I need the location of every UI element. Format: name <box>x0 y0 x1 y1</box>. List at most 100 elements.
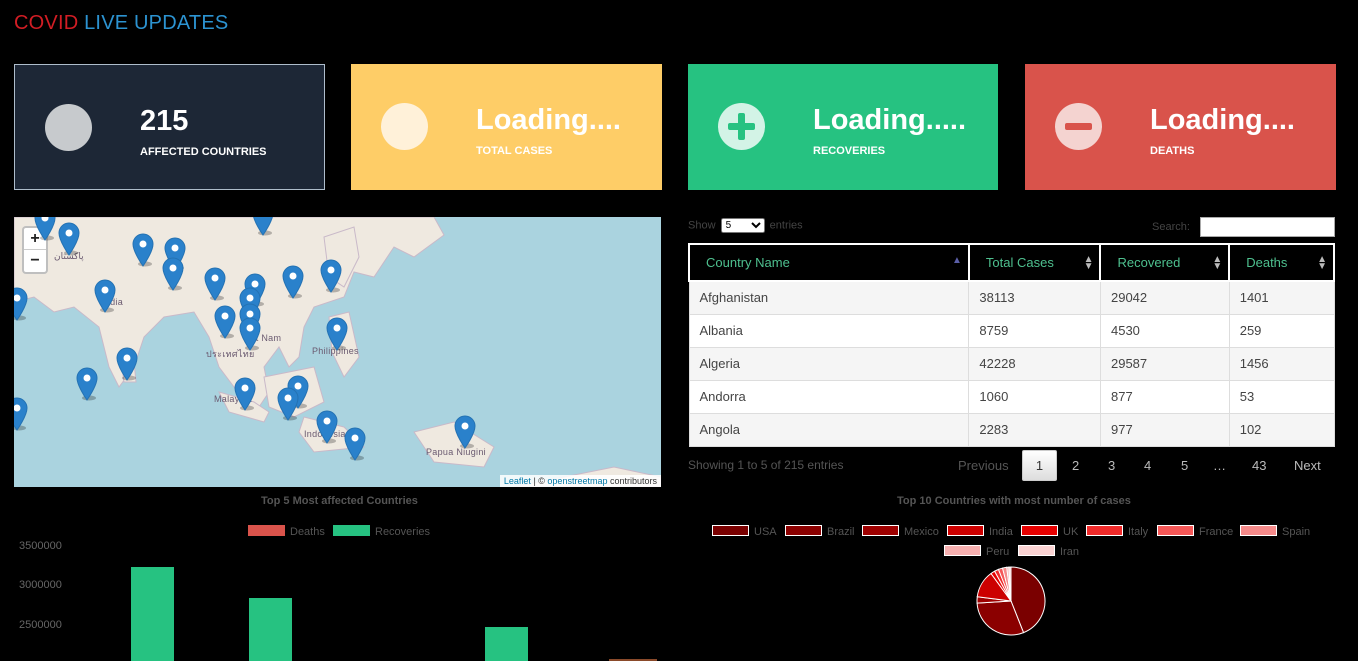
map-marker-icon[interactable] <box>234 377 256 411</box>
column-header-deaths[interactable]: Deaths ▲ ▼ <box>1228 243 1335 282</box>
pie-legend-item[interactable]: Iran <box>1018 545 1079 558</box>
zoom-out-button[interactable]: − <box>24 250 46 272</box>
affected-countries-value: 215 <box>140 105 189 137</box>
pie-legend-item[interactable]: UK <box>1021 525 1078 538</box>
legend-recoveries[interactable]: Recoveries <box>333 525 430 538</box>
map-marker-icon[interactable] <box>58 222 80 256</box>
page-button[interactable]: 2 <box>1072 458 1079 473</box>
map-marker-icon[interactable] <box>76 367 98 401</box>
bar-chart-title: Top 5 Most affected Countries <box>261 495 418 507</box>
recoveries-card: Loading..... RECOVERIES <box>688 64 998 190</box>
pie-legend-item[interactable]: Peru <box>944 545 1009 558</box>
pie-chart <box>976 566 1046 636</box>
deaths-value: Loading.... <box>1150 104 1295 136</box>
pie-legend-item[interactable]: India <box>947 525 1013 538</box>
map-marker-icon[interactable] <box>14 287 28 321</box>
map-marker-icon[interactable] <box>116 347 138 381</box>
bar-recoveries[interactable] <box>131 566 174 661</box>
map-marker-icon[interactable] <box>252 217 274 236</box>
globe-icon <box>45 104 92 151</box>
map-marker-icon[interactable] <box>14 397 28 431</box>
previous-button[interactable]: Previous <box>958 458 1009 473</box>
map-marker-icon[interactable] <box>326 317 348 351</box>
table-row: Algeria 42228 29587 1456 <box>688 346 1335 381</box>
recoveries-value: Loading..... <box>813 104 967 136</box>
page-button[interactable]: 3 <box>1108 458 1115 473</box>
map-marker-icon[interactable] <box>277 387 299 421</box>
map-marker-icon[interactable] <box>316 410 338 444</box>
table-search: Search: <box>1152 217 1335 237</box>
table-row: Angola 2283 977 102 <box>688 412 1335 447</box>
table-cell: 38113 <box>968 280 1101 315</box>
legend-deaths[interactable]: Deaths <box>248 525 325 538</box>
leaflet-link[interactable]: Leaflet <box>504 476 531 486</box>
table-cell: 4530 <box>1099 313 1230 348</box>
pie-legend-item[interactable]: France <box>1157 525 1233 538</box>
page-button[interactable]: 5 <box>1181 458 1188 473</box>
map-marker-icon[interactable] <box>239 317 261 351</box>
map-attribution: Leaflet | © openstreetmap contributors <box>499 475 661 487</box>
pie-legend-item[interactable]: Italy <box>1086 525 1148 538</box>
page-ellipsis: … <box>1213 458 1226 473</box>
map-marker-icon[interactable] <box>132 233 154 267</box>
countries-table: Country Name ▲ Total Cases ▲ ▼ Recovered ▲ ▼ … <box>688 243 1335 447</box>
map-marker-icon[interactable] <box>344 427 366 461</box>
pie-legend-item[interactable]: Spain <box>1240 525 1310 538</box>
map-marker-icon[interactable] <box>162 257 184 291</box>
table-cell: Angola <box>688 412 970 447</box>
recoveries-label: RECOVERIES <box>813 145 886 157</box>
column-header-recovered[interactable]: Recovered ▲ ▼ <box>1099 243 1231 282</box>
map-marker-icon[interactable] <box>34 217 56 241</box>
next-button[interactable]: Next <box>1294 458 1321 473</box>
minus-icon <box>1055 103 1102 150</box>
sort-icon: ▲ ▼ <box>1212 254 1223 272</box>
y-tick-label: 3500000 <box>19 540 62 552</box>
page-length-select[interactable]: 5 <box>720 218 765 233</box>
table-cell: 2283 <box>968 412 1101 447</box>
search-input[interactable] <box>1200 217 1335 237</box>
map-marker-icon[interactable] <box>282 265 304 299</box>
column-header-country[interactable]: Country Name ▲ <box>688 243 970 282</box>
table-cell: Albania <box>688 313 970 348</box>
y-tick-label: 2500000 <box>19 619 62 631</box>
pie-legend-item[interactable]: USA <box>712 525 777 538</box>
table-info: Showing 1 to 5 of 215 entries <box>688 458 844 472</box>
table-cell: 877 <box>1099 379 1230 414</box>
map-marker-icon[interactable] <box>94 279 116 313</box>
pie-legend-item[interactable]: Brazil <box>785 525 855 538</box>
page-button[interactable]: 4 <box>1144 458 1151 473</box>
table-row: Afghanistan 38113 29042 1401 <box>688 280 1335 315</box>
map-marker-icon[interactable] <box>454 415 476 449</box>
table-cell: 29042 <box>1099 280 1230 315</box>
table-cell: 53 <box>1228 379 1335 414</box>
table-cell: 977 <box>1099 412 1230 447</box>
table-cell: Algeria <box>688 346 970 381</box>
pie-legend-item[interactable]: Mexico <box>862 525 939 538</box>
table-cell: 1456 <box>1228 346 1335 381</box>
map-marker-icon[interactable] <box>214 305 236 339</box>
sort-icon: ▲ ▼ <box>1083 254 1094 272</box>
affected-countries-label: AFFECTED COUNTRIES <box>140 146 267 158</box>
table-cell: 8759 <box>968 313 1101 348</box>
pie-chart-title: Top 10 Countries with most number of cas… <box>897 495 1131 507</box>
plus-icon <box>718 103 765 150</box>
sort-icon: ▲ ▼ <box>1317 254 1327 272</box>
bar-recoveries[interactable] <box>249 598 292 661</box>
table-cell: 29587 <box>1099 346 1230 381</box>
cases-icon <box>381 103 428 150</box>
bar-recoveries[interactable] <box>485 626 528 661</box>
total-cases-label: TOTAL CASES <box>476 145 553 157</box>
total-cases-card: Loading.... TOTAL CASES <box>351 64 662 190</box>
osm-link[interactable]: openstreetmap <box>547 476 607 486</box>
table-row: Andorra 1060 877 53 <box>688 379 1335 414</box>
map-marker-icon[interactable] <box>204 267 226 301</box>
table-row: Albania 8759 4530 259 <box>688 313 1335 348</box>
table-cell: 1060 <box>968 379 1101 414</box>
deaths-card: Loading.... DEATHS <box>1025 64 1336 190</box>
table-cell: 42228 <box>968 346 1101 381</box>
map-marker-icon[interactable] <box>320 259 342 293</box>
page-button[interactable]: 1 <box>1022 450 1057 481</box>
page-button[interactable]: 43 <box>1252 458 1266 473</box>
world-map[interactable]: + − پاکستان India ประเทศไทย Việt Nam Phi… <box>14 217 661 487</box>
column-header-total-cases[interactable]: Total Cases ▲ ▼ <box>967 243 1102 282</box>
